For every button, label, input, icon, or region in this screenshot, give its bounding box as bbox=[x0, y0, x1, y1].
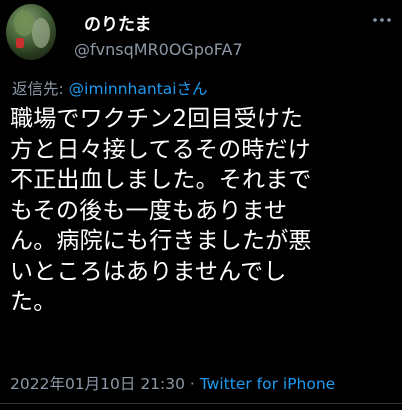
reply-target-link[interactable]: @iminnhantaiさん bbox=[69, 80, 208, 98]
reply-prefix: 返信先: bbox=[12, 80, 69, 98]
tweet-text-line: 方と日々接してるその時だけ bbox=[10, 136, 311, 163]
tweet-text-line: た。 bbox=[10, 289, 57, 315]
reply-target-handle[interactable]: @iminnhantai bbox=[69, 80, 177, 98]
tweet-text-line: 職場でワクチン2回目受けた bbox=[10, 106, 304, 132]
timestamp[interactable]: 2022年01月10日 21:30 bbox=[10, 375, 185, 393]
reply-target-suffix[interactable]: さん bbox=[177, 80, 208, 98]
tweet-text-line: もその後も一度もありませ bbox=[10, 197, 288, 224]
source-link[interactable]: Twitter for iPhone bbox=[200, 375, 335, 393]
reply-to-line: 返信先: @iminnhantaiさん bbox=[12, 77, 208, 99]
user-handle[interactable]: @fvnsqMR0OGpoFA7 bbox=[74, 40, 243, 59]
meta-separator: · bbox=[185, 375, 200, 393]
tweet-text-line: ん。病院にも行きましたが悪 bbox=[10, 228, 312, 254]
tweet-text-line: いところはありませんでし bbox=[10, 258, 287, 285]
tweet: のりたま @fvnsqMR0OGpoFA7 返信先: @iminnhantaiさ… bbox=[0, 0, 402, 410]
divider bbox=[0, 403, 402, 404]
display-name[interactable]: のりたま bbox=[84, 10, 152, 35]
more-options-icon[interactable] bbox=[372, 12, 392, 28]
tweet-meta: 2022年01月10日 21:30 · Twitter for iPhone bbox=[10, 372, 335, 394]
avatar[interactable] bbox=[6, 4, 56, 60]
tweet-text: 職場でワクチン2回目受けた 方と日々接してるその時だけ 不正出血しました。それま… bbox=[10, 104, 398, 318]
tweet-text-line: 不正出血しました。それまで bbox=[10, 167, 312, 193]
